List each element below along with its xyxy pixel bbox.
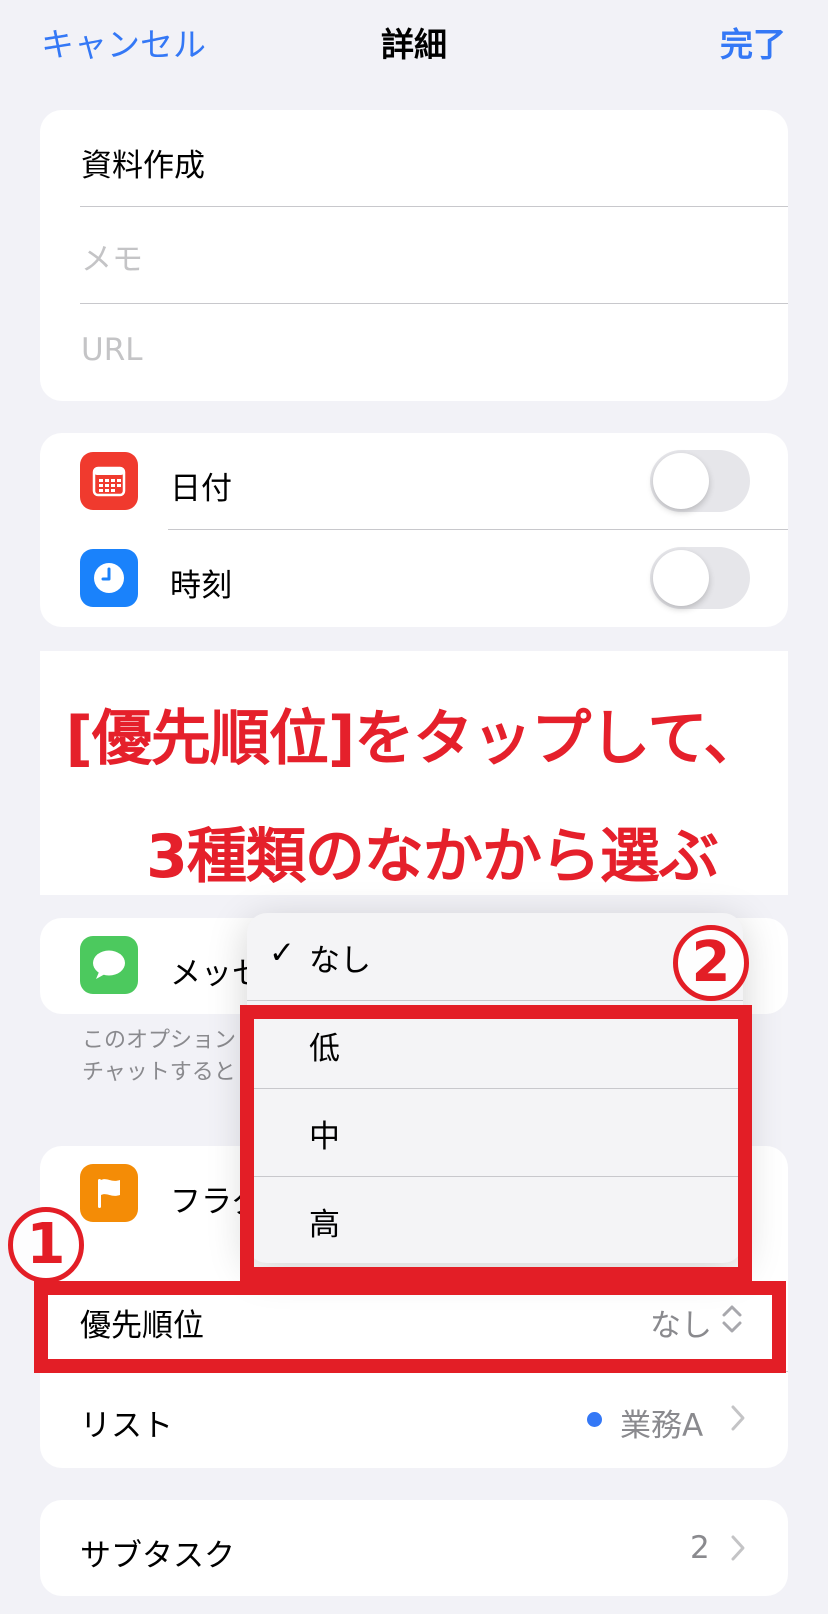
chevron-right-icon bbox=[730, 1404, 746, 1436]
divider bbox=[80, 206, 788, 207]
messages-icon bbox=[80, 936, 138, 994]
url-field[interactable]: URL bbox=[81, 332, 143, 368]
checkmark-icon: ✓ bbox=[269, 935, 295, 971]
list-label[interactable]: リスト bbox=[80, 1400, 173, 1445]
marker-2: 2 bbox=[673, 925, 749, 1001]
divider bbox=[168, 529, 788, 530]
date-toggle[interactable] bbox=[650, 450, 750, 512]
messages-footnote-2: チャットすると bbox=[82, 1060, 236, 1085]
date-time-card: 日付 時刻 bbox=[40, 433, 788, 627]
menu-item-none[interactable]: ✓ なし bbox=[247, 913, 743, 1001]
annotation-line-1: [優先順位]をタップして、 bbox=[65, 704, 763, 774]
done-button[interactable]: 完了 bbox=[720, 18, 786, 66]
time-label: 時刻 bbox=[170, 568, 232, 604]
title-field[interactable]: 資料作成 bbox=[81, 140, 205, 185]
highlight-box-options bbox=[240, 1005, 752, 1281]
chevron-right-icon bbox=[730, 1534, 746, 1566]
cancel-button[interactable]: キャンセル bbox=[41, 18, 206, 66]
calendar-icon bbox=[80, 452, 138, 510]
annotation-line-2: 3種類のなかから選ぶ bbox=[146, 822, 719, 892]
list-value[interactable]: 業務A bbox=[620, 1400, 703, 1445]
marker-1: 1 bbox=[8, 1207, 84, 1283]
list-color-dot bbox=[587, 1412, 602, 1427]
flag-icon bbox=[80, 1164, 138, 1222]
date-label: 日付 bbox=[170, 471, 232, 507]
subtask-card[interactable]: サブタスク 2 bbox=[40, 1500, 788, 1596]
menu-item-label: なし bbox=[309, 943, 371, 979]
messages-footnote-1: このオプション bbox=[82, 1028, 237, 1053]
subtask-count: 2 bbox=[690, 1530, 710, 1566]
divider bbox=[80, 303, 788, 304]
details-card: 資料作成 メモ URL bbox=[40, 110, 788, 401]
memo-field[interactable]: メモ bbox=[81, 234, 143, 279]
highlight-box-priority bbox=[34, 1281, 786, 1373]
clock-icon bbox=[80, 549, 138, 607]
time-toggle[interactable] bbox=[650, 547, 750, 609]
subtask-label: サブタスク bbox=[80, 1538, 235, 1574]
